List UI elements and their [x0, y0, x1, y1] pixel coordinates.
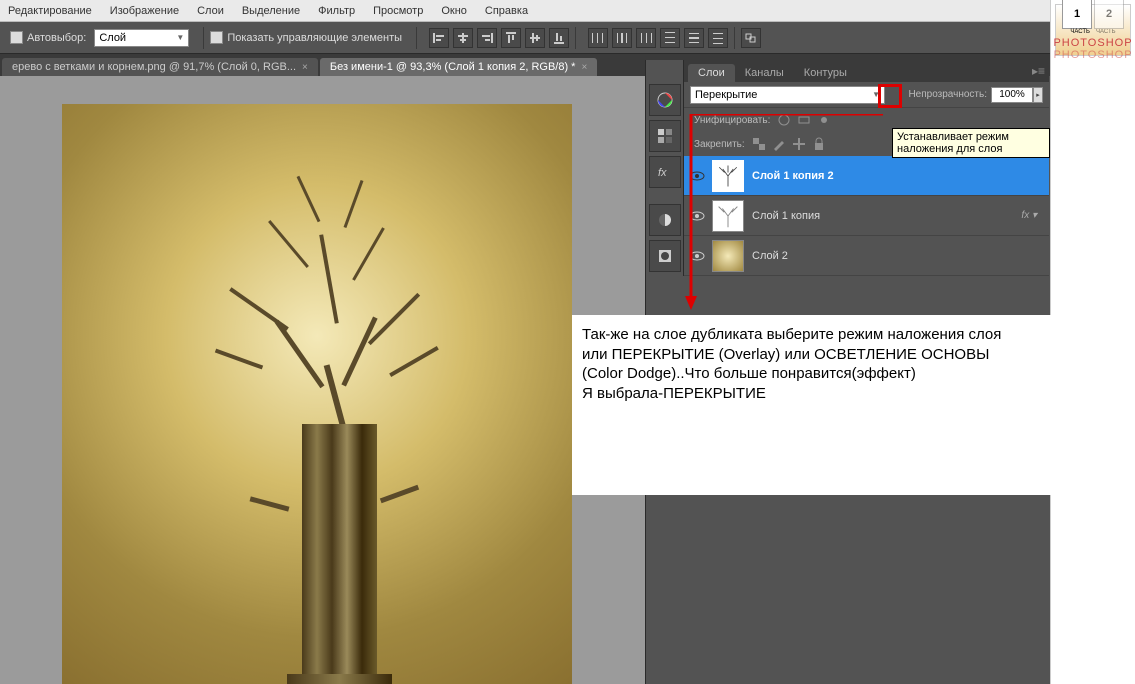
- tree-image: [197, 134, 477, 684]
- thumb-image-0[interactable]: 1 2 ЧАСТЬЧАСТЬ PHOTOSHOP PHOTOSHOP: [1055, 4, 1131, 56]
- color-picker-icon[interactable]: [649, 84, 681, 116]
- close-icon[interactable]: ×: [302, 62, 308, 73]
- layer-thumbnail: [712, 160, 744, 192]
- tab-channels[interactable]: Каналы: [735, 64, 794, 82]
- unify-label: Унифицировать:: [694, 115, 770, 126]
- canvas[interactable]: [62, 104, 572, 684]
- menu-select[interactable]: Выделение: [242, 5, 300, 17]
- menu-edit[interactable]: Редактирование: [8, 5, 92, 17]
- showcontrols-label: Показать управляющие элементы: [227, 32, 402, 44]
- visibility-icon[interactable]: [688, 247, 706, 265]
- menu-help[interactable]: Справка: [485, 5, 528, 17]
- opacity-label: Непрозрачность:: [908, 89, 987, 100]
- dist-top-icon[interactable]: [660, 28, 680, 48]
- autoselect-label: Автовыбор:: [27, 32, 86, 44]
- svg-text:fx: fx: [658, 167, 667, 179]
- layer-row-1[interactable]: Слой 1 копия fx ▾: [684, 196, 1049, 236]
- adjustments-icon[interactable]: [649, 204, 681, 236]
- swatches-icon[interactable]: [649, 120, 681, 152]
- align-top-icon[interactable]: [501, 28, 521, 48]
- autoselect-dropdown[interactable]: Слой: [94, 29, 189, 47]
- dist-vcenter-icon[interactable]: [684, 28, 704, 48]
- autoselect-checkbox[interactable]: [10, 31, 23, 44]
- align-hcenter-icon[interactable]: [453, 28, 473, 48]
- auto-align-icon[interactable]: [741, 28, 761, 48]
- layer-row-2[interactable]: Слой 2: [684, 236, 1049, 276]
- lock-all-icon[interactable]: [811, 136, 827, 152]
- blend-mode-dropdown[interactable]: Перекрытие: [690, 86, 885, 104]
- unify-style-icon[interactable]: [816, 112, 832, 128]
- opacity-arrow-icon[interactable]: ▸: [1033, 87, 1043, 103]
- options-bar: Автовыбор: Слой Показать управляющие эле…: [0, 22, 1050, 54]
- unify-vis-icon[interactable]: [796, 112, 812, 128]
- layer-thumbnail: [712, 240, 744, 272]
- layer-row-0[interactable]: Слой 1 копия 2: [684, 156, 1049, 196]
- layer-name: Слой 1 копия: [752, 210, 820, 222]
- layer-thumbnail: [712, 200, 744, 232]
- masks-icon[interactable]: [649, 240, 681, 272]
- lock-transparency-icon[interactable]: [751, 136, 767, 152]
- dist-hcenter-icon[interactable]: [612, 28, 632, 48]
- layer-name: Слой 1 копия 2: [752, 170, 834, 182]
- menu-window[interactable]: Окно: [441, 5, 467, 17]
- menu-filter[interactable]: Фильтр: [318, 5, 355, 17]
- annotation-highlight: [878, 84, 902, 108]
- work-area: [0, 76, 645, 684]
- fx-badge[interactable]: fx ▾: [1021, 210, 1037, 221]
- menu-image[interactable]: Изображение: [110, 5, 179, 17]
- showcontrols-checkbox[interactable]: [210, 31, 223, 44]
- layers-panel: Слои Каналы Контуры ▸≡ Перекрытие Непроз…: [683, 60, 1049, 276]
- align-right-icon[interactable]: [477, 28, 497, 48]
- menu-bar: Редактирование Изображение Слои Выделени…: [0, 0, 1050, 22]
- tooltip: Устанавливает режим наложения для слоя: [892, 128, 1050, 158]
- visibility-icon[interactable]: [688, 207, 706, 225]
- panel-menu-icon[interactable]: ▸≡: [1032, 64, 1045, 78]
- tab-paths[interactable]: Контуры: [794, 64, 857, 82]
- styles-icon[interactable]: fx: [649, 156, 681, 188]
- lock-position-icon[interactable]: [791, 136, 807, 152]
- doc-tab-0[interactable]: ерево с ветками и корнем.png @ 91,7% (Сл…: [2, 58, 318, 76]
- layer-name: Слой 2: [752, 250, 788, 262]
- dist-bottom-icon[interactable]: [708, 28, 728, 48]
- dist-right-icon[interactable]: [636, 28, 656, 48]
- align-left-icon[interactable]: [429, 28, 449, 48]
- opacity-input[interactable]: 100%: [991, 87, 1033, 103]
- dist-left-icon[interactable]: [588, 28, 608, 48]
- lock-label: Закрепить:: [694, 139, 745, 150]
- menu-layers[interactable]: Слои: [197, 5, 224, 17]
- doc-tab-1[interactable]: Без имени-1 @ 93,3% (Слой 1 копия 2, RGB…: [320, 58, 597, 76]
- align-bottom-icon[interactable]: [549, 28, 569, 48]
- lock-pixels-icon[interactable]: [771, 136, 787, 152]
- menu-view[interactable]: Просмотр: [373, 5, 423, 17]
- annotation-note: Так-же на слое дубликата выберите режим …: [572, 315, 1077, 495]
- tab-layers[interactable]: Слои: [688, 64, 735, 82]
- visibility-icon[interactable]: [688, 167, 706, 185]
- unify-pos-icon[interactable]: [776, 112, 792, 128]
- align-vcenter-icon[interactable]: [525, 28, 545, 48]
- close-icon[interactable]: ×: [581, 62, 587, 73]
